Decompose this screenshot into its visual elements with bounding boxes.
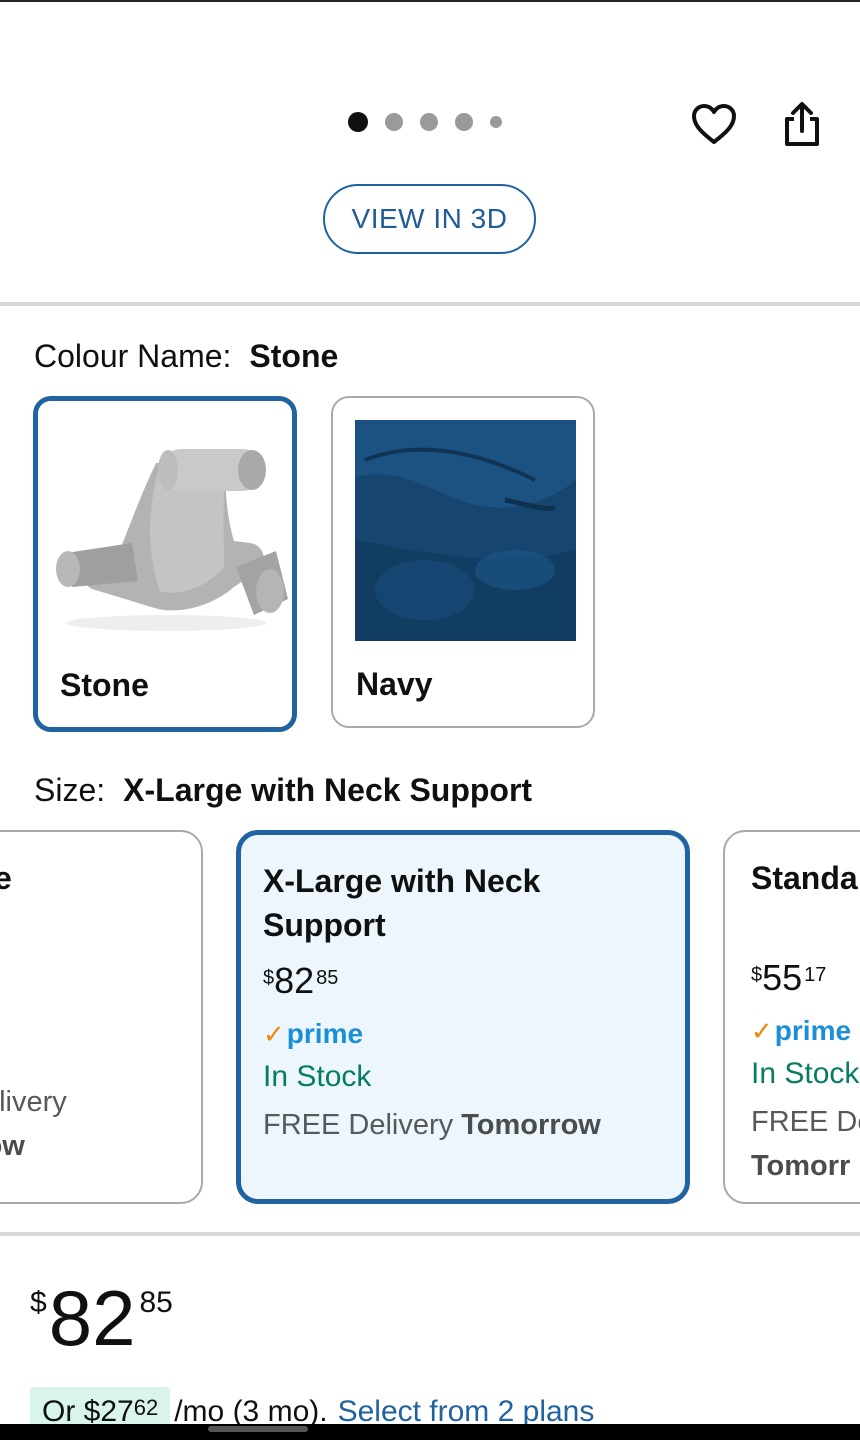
price-currency: $: [263, 967, 275, 989]
bottom-system-bar: [0, 1424, 860, 1440]
colour-option-stone[interactable]: Stone: [33, 396, 297, 732]
size-option-price: $82 85: [263, 961, 683, 1005]
delivery-day: Tomorr: [751, 1150, 851, 1182]
colour-option-navy[interactable]: Navy: [331, 396, 595, 728]
heart-icon: [692, 104, 736, 144]
size-option-name-line1: X-Large with Neck: [263, 863, 541, 899]
colour-name-label: Colour Name: Stone: [34, 338, 338, 375]
colour-option-stone-label: Stone: [60, 667, 149, 703]
delivery-line-2: Tomorr: [751, 1144, 860, 1188]
price-currency: $: [751, 964, 763, 986]
carousel-dot-4[interactable]: [455, 113, 473, 131]
carousel-dot-2[interactable]: [385, 113, 403, 131]
price-fraction: 17: [804, 964, 827, 986]
carousel-dot-1[interactable]: [348, 112, 368, 132]
price-whole: 82: [274, 960, 315, 1001]
installment-fraction: 62: [133, 1395, 159, 1420]
size-option-large[interactable]: rge 4 e ck Delivery rrow: [0, 830, 203, 1204]
section-divider: [0, 302, 860, 306]
top-border: [0, 0, 860, 2]
price-whole: 55: [762, 957, 803, 998]
price-fraction: 85: [139, 1286, 173, 1319]
delivery-line-2: rrow: [0, 1124, 201, 1168]
prime-badge: ✓ prime: [263, 1018, 683, 1049]
price-whole: 82: [48, 1274, 136, 1362]
view-in-3d-button[interactable]: VIEW IN 3D: [323, 184, 536, 254]
product-page: VIEW IN 3D Colour Name: Stone Stone Navy…: [0, 0, 860, 1440]
size-option-price: $55 17: [751, 958, 860, 1002]
colour-selected-value: Stone: [249, 338, 339, 374]
stock-status: ck: [0, 1036, 201, 1072]
prime-badge: e: [0, 996, 201, 1026]
price-currency: $: [30, 1286, 47, 1319]
stock-status: In Stock: [263, 1060, 372, 1093]
carousel-dot-5[interactable]: [490, 116, 502, 128]
size-option-name: rge: [0, 856, 201, 900]
product-price: $82 85: [30, 1278, 173, 1358]
prime-check-icon: ✓: [751, 1015, 773, 1046]
navy-fabric-image: [355, 420, 576, 641]
delivery-line-1: Delivery: [0, 1086, 67, 1118]
stock-status: In Stock: [751, 1057, 860, 1090]
share-icon: [785, 102, 819, 146]
size-option-name: Standa: [751, 860, 858, 896]
price-fraction: 85: [316, 967, 339, 989]
delivery-line-1: FREE De: [751, 1106, 860, 1138]
delivery-text: FREE Delivery: [263, 1109, 454, 1141]
delivery-day: rrow: [0, 1130, 25, 1162]
size-option-standard[interactable]: Standa $5517 ✓prime In Stock FREE De Tom…: [723, 830, 860, 1204]
prime-badge: ✓ prime: [751, 1015, 860, 1046]
prime-text: prime: [774, 1015, 852, 1046]
size-option-name-line2: Support: [263, 907, 386, 943]
carousel-dot-3[interactable]: [420, 113, 438, 131]
wishlist-button[interactable]: [686, 96, 742, 152]
colour-label-key: Colour Name:: [34, 338, 232, 374]
home-indicator[interactable]: [208, 1426, 308, 1432]
prime-text: prime: [286, 1018, 364, 1049]
delivery-day: Tomorrow: [461, 1109, 601, 1141]
size-label: Size: X-Large with Neck Support: [34, 772, 532, 809]
size-option-xlarge-neck[interactable]: X-Large with Neck Support $82 85 ✓ prime I…: [236, 830, 690, 1204]
section-divider: [0, 1232, 860, 1236]
size-selected-value: X-Large with Neck Support: [123, 772, 533, 808]
stone-pillow-image: [38, 401, 292, 661]
delivery-line: FREE Delivery Tomorrow: [263, 1103, 683, 1147]
prime-check-icon: ✓: [263, 1018, 285, 1049]
size-label-key: Size:: [34, 772, 106, 808]
colour-option-navy-label: Navy: [356, 666, 433, 702]
share-button[interactable]: [776, 96, 828, 152]
image-carousel-dots[interactable]: [348, 110, 502, 134]
